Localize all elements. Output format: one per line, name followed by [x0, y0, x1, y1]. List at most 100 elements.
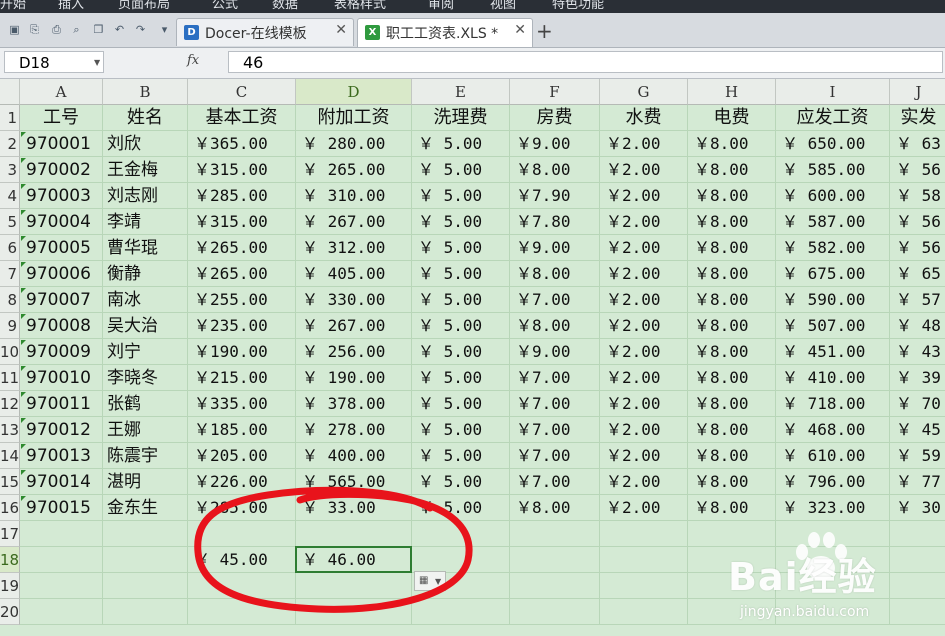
- amount-cell[interactable]: ￥ 5.00: [412, 157, 510, 183]
- amount-cell[interactable]: ￥8.00: [688, 495, 776, 521]
- empty-cell[interactable]: [20, 547, 103, 573]
- empty-cell[interactable]: [188, 521, 296, 547]
- amount-cell[interactable]: ￥ 718.00: [776, 391, 890, 417]
- column-header-f[interactable]: F: [510, 79, 600, 105]
- amount-cell[interactable]: ￥8.00: [688, 261, 776, 287]
- amount-cell[interactable]: ￥2.00: [600, 443, 688, 469]
- empty-cell[interactable]: [600, 599, 688, 625]
- empty-cell[interactable]: [20, 599, 103, 625]
- empty-cell[interactable]: [20, 521, 103, 547]
- amount-cell[interactable]: ￥ 5.00: [412, 339, 510, 365]
- header-cell[interactable]: 基本工资: [188, 105, 296, 131]
- name-cell[interactable]: 衡静: [103, 261, 188, 287]
- row-header[interactable]: 6: [0, 235, 20, 261]
- amount-cell[interactable]: ￥8.00: [688, 365, 776, 391]
- empty-cell[interactable]: [296, 573, 412, 599]
- amount-cell[interactable]: ￥ 585.00: [776, 157, 890, 183]
- amount-cell[interactable]: ￥9.00: [510, 131, 600, 157]
- empty-cell[interactable]: [510, 521, 600, 547]
- amount-cell[interactable]: ￥2.00: [600, 365, 688, 391]
- column-header-i[interactable]: I: [776, 79, 890, 105]
- amount-cell[interactable]: ￥ 675.00: [776, 261, 890, 287]
- row-header[interactable]: 10: [0, 339, 20, 365]
- amount-cell[interactable]: ￥ 590.00: [776, 287, 890, 313]
- amount-cell[interactable]: ￥ 5.00: [412, 313, 510, 339]
- formula-input[interactable]: 46: [228, 51, 943, 73]
- amount-cell[interactable]: ￥ 796.00: [776, 469, 890, 495]
- row-header[interactable]: 9: [0, 313, 20, 339]
- column-header-g[interactable]: G: [600, 79, 688, 105]
- header-cell[interactable]: 洗理费: [412, 105, 510, 131]
- header-cell[interactable]: 电费: [688, 105, 776, 131]
- row-header[interactable]: 11: [0, 365, 20, 391]
- column-header-j[interactable]: J: [890, 79, 945, 105]
- amount-cell[interactable]: ￥190.00: [188, 339, 296, 365]
- amount-cell[interactable]: ￥ 39: [890, 365, 945, 391]
- header-cell[interactable]: 姓名: [103, 105, 188, 131]
- amount-cell[interactable]: ￥ 45: [890, 417, 945, 443]
- header-cell[interactable]: 房费: [510, 105, 600, 131]
- amount-cell[interactable]: ￥7.00: [510, 417, 600, 443]
- amount-cell[interactable]: ￥ 400.00: [296, 443, 412, 469]
- amount-cell[interactable]: ￥7.00: [510, 469, 600, 495]
- amount-cell[interactable]: ￥8.00: [688, 157, 776, 183]
- name-cell[interactable]: 陈震宇: [103, 443, 188, 469]
- amount-cell[interactable]: ￥8.00: [510, 261, 600, 287]
- amount-cell[interactable]: ￥ 5.00: [412, 417, 510, 443]
- amount-cell[interactable]: ￥2.00: [600, 313, 688, 339]
- name-cell[interactable]: 刘志刚: [103, 183, 188, 209]
- amount-cell[interactable]: ￥ 280.00: [296, 131, 412, 157]
- amount-cell[interactable]: ￥ 5.00: [412, 495, 510, 521]
- row-header[interactable]: 17: [0, 521, 20, 547]
- amount-cell[interactable]: ￥ 5.00: [412, 391, 510, 417]
- amount-cell[interactable]: ￥2.00: [600, 495, 688, 521]
- amount-cell[interactable]: ￥ 610.00: [776, 443, 890, 469]
- row-header[interactable]: 3: [0, 157, 20, 183]
- name-cell[interactable]: 湛明: [103, 469, 188, 495]
- name-cell[interactable]: 金东生: [103, 495, 188, 521]
- amount-cell[interactable]: ￥ 56: [890, 235, 945, 261]
- print-icon[interactable]: ⎙: [50, 23, 63, 36]
- amount-cell[interactable]: ￥226.00: [188, 469, 296, 495]
- amount-cell[interactable]: ￥365.00: [188, 131, 296, 157]
- amount-cell[interactable]: ￥ 70: [890, 391, 945, 417]
- amount-cell[interactable]: ￥185.00: [188, 417, 296, 443]
- amount-cell[interactable]: ￥2.00: [600, 131, 688, 157]
- amount-cell[interactable]: ￥8.00: [688, 339, 776, 365]
- amount-cell[interactable]: ￥ 63: [890, 131, 945, 157]
- amount-cell[interactable]: ￥7.00: [510, 365, 600, 391]
- copy-icon[interactable]: ❐: [92, 23, 105, 36]
- amount-cell[interactable]: ￥315.00: [188, 157, 296, 183]
- amount-cell[interactable]: ￥ 267.00: [296, 209, 412, 235]
- empty-cell[interactable]: [600, 573, 688, 599]
- amount-cell[interactable]: ￥285.00: [188, 183, 296, 209]
- amount-cell[interactable]: ￥ 65: [890, 261, 945, 287]
- amount-cell[interactable]: ￥7.00: [510, 391, 600, 417]
- employee-id-cell[interactable]: 970008: [20, 313, 103, 339]
- amount-cell[interactable]: ￥8.00: [688, 417, 776, 443]
- amount-cell[interactable]: ￥2.00: [600, 235, 688, 261]
- name-cell[interactable]: 刘宁: [103, 339, 188, 365]
- tab-docer[interactable]: D Docer-在线模板 ✕: [176, 18, 354, 46]
- amount-cell[interactable]: ￥2.00: [600, 417, 688, 443]
- header-cell[interactable]: 应发工资: [776, 105, 890, 131]
- row-header[interactable]: 5: [0, 209, 20, 235]
- empty-cell[interactable]: [600, 521, 688, 547]
- employee-id-cell[interactable]: 970014: [20, 469, 103, 495]
- amount-cell[interactable]: ￥ 56: [890, 157, 945, 183]
- amount-cell[interactable]: ￥7.00: [510, 287, 600, 313]
- row-header[interactable]: 20: [0, 599, 20, 625]
- amount-cell[interactable]: ￥ 650.00: [776, 131, 890, 157]
- pdf-export-icon[interactable]: ⎘: [28, 23, 41, 36]
- amount-cell[interactable]: ￥ 468.00: [776, 417, 890, 443]
- redo-icon[interactable]: ↷: [134, 23, 147, 36]
- amount-cell[interactable]: ￥ 5.00: [412, 365, 510, 391]
- amount-cell[interactable]: ￥ 5.00: [412, 183, 510, 209]
- amount-cell[interactable]: ￥ 265.00: [296, 157, 412, 183]
- column-header-a[interactable]: A: [20, 79, 103, 105]
- close-icon[interactable]: ✕: [514, 22, 526, 38]
- menu-item[interactable]: 公式: [212, 0, 238, 11]
- menu-item[interactable]: 插入: [58, 0, 84, 11]
- amount-cell[interactable]: ￥8.00: [688, 287, 776, 313]
- amount-cell[interactable]: ￥9.00: [510, 235, 600, 261]
